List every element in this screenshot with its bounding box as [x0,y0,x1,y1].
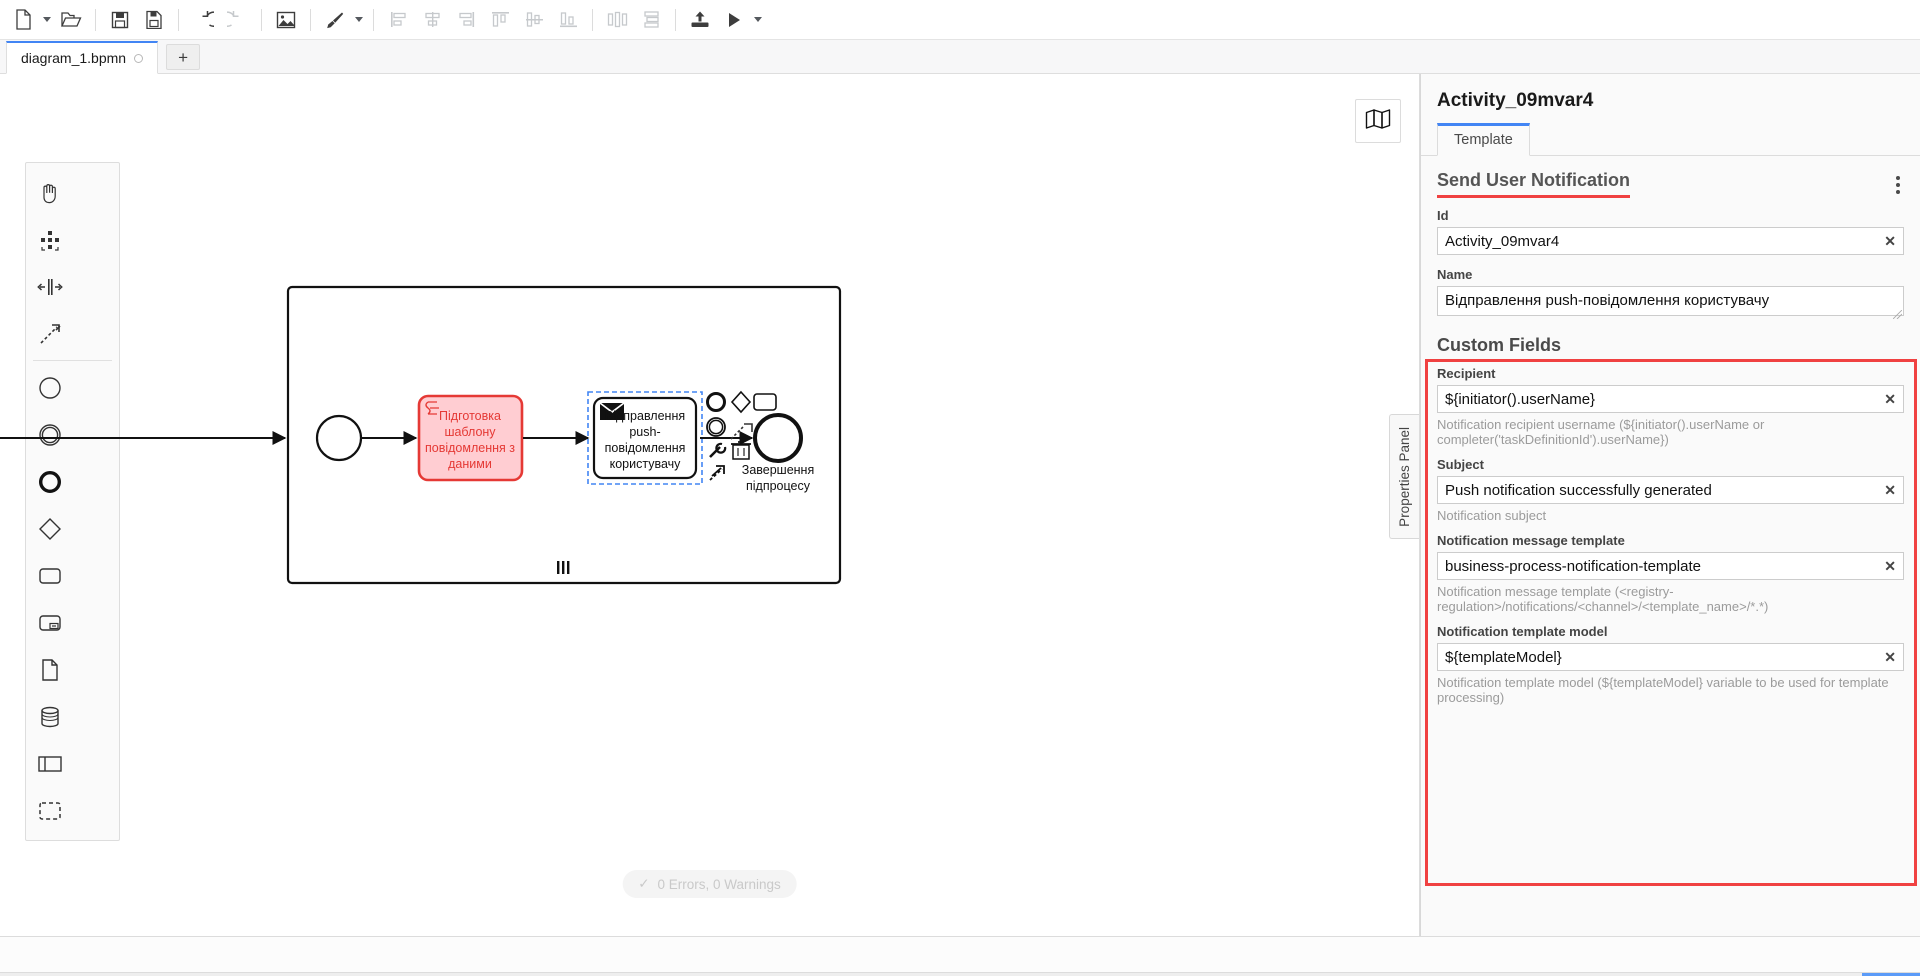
log-area [0,936,1920,972]
redo-icon[interactable] [220,5,254,35]
properties-panel-toggle[interactable]: Properties Panel [1389,414,1419,539]
set-color-icon[interactable] [318,5,352,35]
main-area: Підготовка шаблону повідомлення з даними… [0,74,1920,936]
field-id: Id ✕ [1421,200,1920,255]
toolbar-separator [373,8,374,31]
field-name-label: Name [1437,267,1473,282]
template-options-menu-icon[interactable] [1892,170,1904,200]
properties-tabs: Template [1421,122,1920,156]
align-right-icon[interactable] [449,5,483,35]
field-name: Name [1421,255,1920,321]
field-notification-message-template-description: Notification message template (<registry… [1437,584,1769,614]
toolbar-separator [178,8,179,31]
new-diagram-icon[interactable] [6,5,40,35]
svg-text:шаблону: шаблону [444,425,496,439]
tab-bar: diagram_1.bpmn + [0,40,1920,74]
status-bar: XML Camunda Platform Log [0,972,1920,976]
field-recipient-input[interactable] [1437,385,1904,413]
validation-status-text: 0 Errors, 0 Warnings [657,876,781,892]
template-header: Send User Notification [1421,156,1920,200]
svg-text:Підготовка: Підготовка [439,409,501,423]
toolbar-separator [261,8,262,31]
set-color-dropdown-caret[interactable] [352,5,366,35]
align-middle-icon[interactable] [517,5,551,35]
custom-fields-heading: Custom Fields [1437,335,1562,355]
field-notification-message-template-clear-icon[interactable]: ✕ [1884,559,1896,573]
align-center-icon[interactable] [415,5,449,35]
toolbar-separator [675,8,676,31]
deploy-icon[interactable] [683,5,717,35]
toolbar-separator [95,8,96,31]
svg-text:повідомлення з: повідомлення з [425,441,515,455]
field-notification-message-template: Notification message template ✕ [1421,525,1920,580]
tab-diagram-1[interactable]: diagram_1.bpmn [6,41,159,74]
toolbar-separator [310,8,311,31]
template-name: Send User Notification [1437,170,1631,198]
save-as-icon[interactable] [137,5,171,35]
new-diagram-dropdown-caret[interactable] [40,5,54,35]
field-subject: Subject ✕ [1421,449,1920,504]
toolbar-separator [592,8,593,31]
tab-close-icon[interactable] [134,53,144,63]
field-notification-message-template-label: Notification message template [1437,533,1625,548]
field-id-label: Id [1437,208,1449,223]
svg-text:даними: даними [448,457,492,471]
multi-instance-marker [557,561,570,574]
tab-label: diagram_1.bpmn [21,50,127,66]
start-instance-icon[interactable] [717,5,751,35]
field-id-input[interactable] [1437,227,1904,255]
align-left-icon[interactable] [381,5,415,35]
bpmn-canvas[interactable]: Підготовка шаблону повідомлення з даними… [0,74,1420,936]
open-file-icon[interactable] [54,5,88,35]
svg-text:Відправлення: Відправлення [605,409,685,423]
svg-text:Завершення: Завершення [742,463,814,477]
field-notification-template-model-description: Notification template model (${templateM… [1437,675,1889,705]
svg-text:підпроцесу: підпроцесу [746,479,811,493]
bpmn-diagram: Підготовка шаблону повідомлення з даними… [0,285,842,585]
main-toolbar [0,0,1920,40]
distribute-horizontal-icon[interactable] [600,5,634,35]
properties-panel: Activity_09mvar4 Template Send User Noti… [1420,74,1920,936]
field-recipient-label: Recipient [1437,366,1496,381]
field-subject-description: Notification subject [1437,508,1547,523]
check-icon: ✓ [638,876,650,891]
field-notification-template-model-clear-icon[interactable]: ✕ [1884,650,1896,664]
properties-panel-toggle-label: Properties Panel [1397,426,1412,527]
start-instance-caret[interactable] [751,5,765,35]
field-notification-message-template-input[interactable] [1437,552,1904,580]
validation-status: ✓ 0 Errors, 0 Warnings [622,870,797,898]
field-subject-clear-icon[interactable]: ✕ [1884,483,1896,497]
align-top-icon[interactable] [483,5,517,35]
field-recipient-clear-icon[interactable]: ✕ [1884,392,1896,406]
export-image-icon[interactable] [269,5,303,35]
align-bottom-icon[interactable] [551,5,585,35]
svg-text:push-: push- [629,425,660,439]
undo-icon[interactable] [186,5,220,35]
field-notification-template-model-label: Notification template model [1437,624,1608,639]
field-recipient-description: Notification recipient username (${initi… [1437,417,1765,447]
distribute-vertical-icon[interactable] [634,5,668,35]
field-subject-label: Subject [1437,457,1484,472]
save-icon[interactable] [103,5,137,35]
field-notification-template-model-input[interactable] [1437,643,1904,671]
field-name-input[interactable] [1437,286,1904,316]
field-notification-template-model: Notification template model ✕ [1421,616,1920,671]
svg-text:користувачу: користувачу [610,457,682,471]
field-recipient: Recipient ✕ [1421,358,1920,413]
add-tab-button[interactable]: + [166,44,201,70]
field-subject-input[interactable] [1437,476,1904,504]
properties-panel-title: Activity_09mvar4 [1437,90,1594,111]
field-id-clear-icon[interactable]: ✕ [1884,234,1896,248]
svg-text:повідомлення: повідомлення [605,441,686,455]
tab-template[interactable]: Template [1437,123,1530,156]
